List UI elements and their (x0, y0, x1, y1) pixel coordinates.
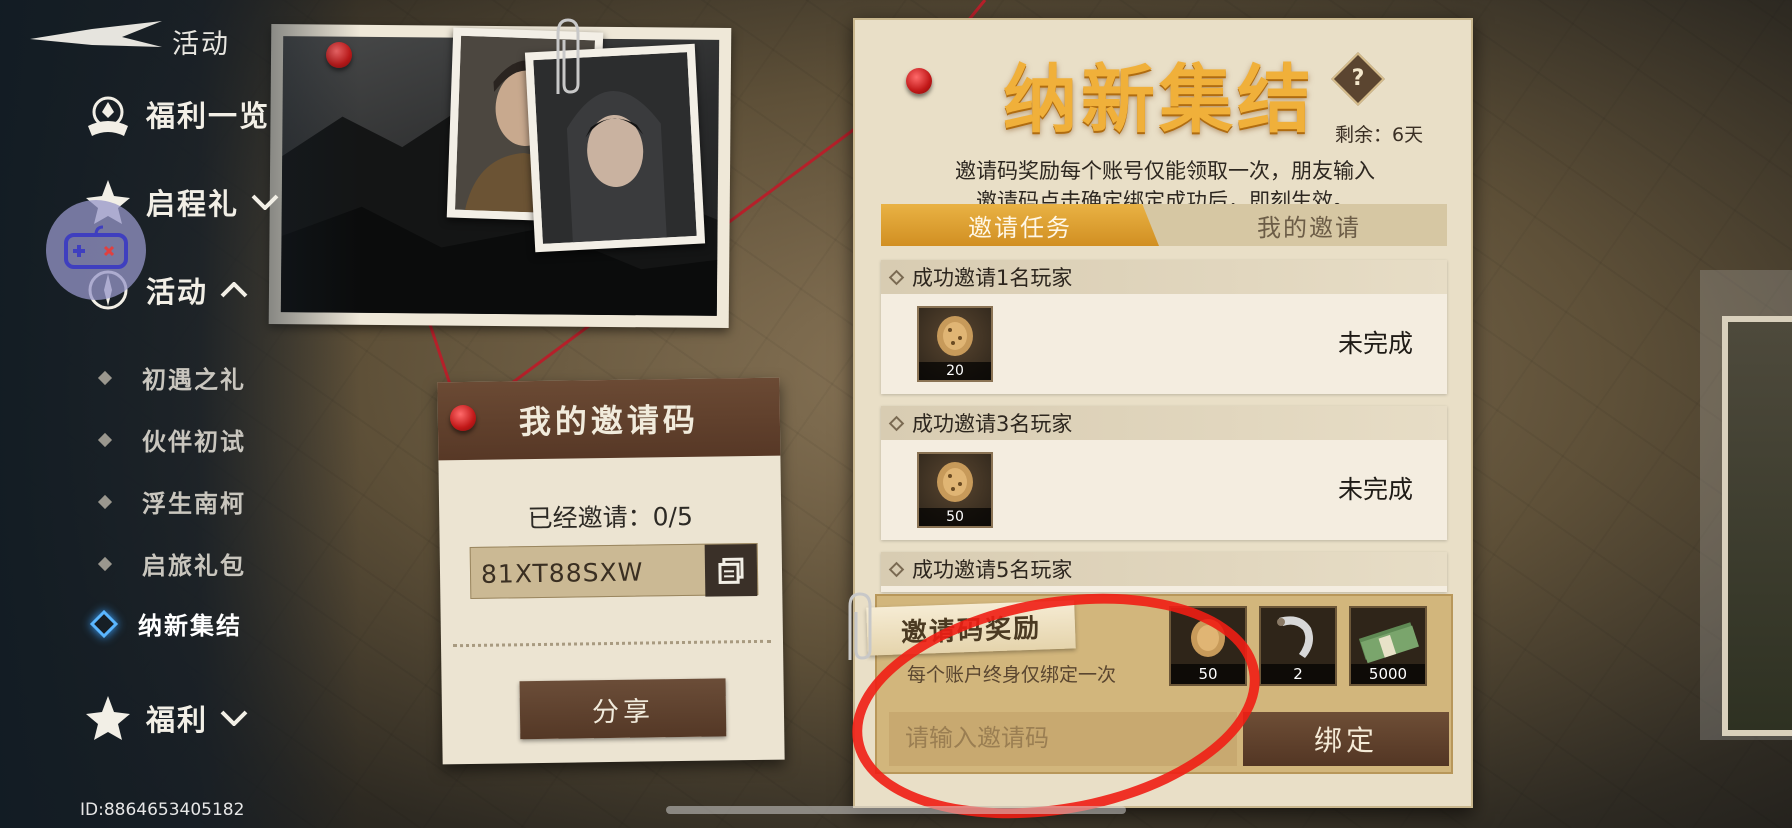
sub-item-label: 纳新集结 (138, 611, 242, 640)
chevron-down-icon (220, 710, 248, 726)
red-pin-panel (906, 68, 932, 94)
paper-clip-icon (848, 592, 872, 660)
selected-diamond-icon (89, 609, 119, 638)
sub-item-floating-dream[interactable]: 浮生南柯 (97, 484, 246, 519)
red-pin-card (450, 405, 476, 431)
tab-bar: 邀请任务 我的邀请 (881, 204, 1447, 246)
task-title: 成功邀请5名玩家 (912, 558, 1073, 582)
reward-count: 2 (1261, 664, 1335, 684)
sub-item-partner-trial[interactable]: 伙伴初试 (97, 422, 246, 457)
invite-code-title: 我的邀请码 (437, 377, 781, 461)
remaining-time: 剩余：6天 (1335, 124, 1424, 146)
diamond-icon (888, 415, 905, 431)
sub-item-journey-pack[interactable]: 启旅礼包 (97, 546, 246, 581)
task-header: 成功邀请3名玩家 (881, 406, 1447, 440)
bind-button[interactable]: 绑定 (1243, 712, 1449, 766)
share-button[interactable]: 分享 (519, 678, 727, 740)
ticket-perforation (453, 639, 772, 648)
menu-label: 福利 (146, 703, 209, 737)
task-row: 成功邀请3名玩家 50 未完成 (881, 406, 1447, 540)
diamond-icon (888, 561, 905, 577)
nut-icon (937, 462, 973, 502)
star-emblem-icon (86, 696, 130, 740)
sub-item-label: 初遇之礼 (142, 365, 246, 394)
help-button[interactable]: ? (1331, 52, 1385, 106)
tab-my-invites[interactable]: 我的邀请 (1171, 204, 1447, 246)
menu-item-welfare[interactable]: 福利 (80, 690, 248, 746)
bind-once-note: 每个账户终身仅绑定一次 (907, 664, 1117, 686)
task-header: 成功邀请1名玩家 (881, 260, 1447, 294)
menu-label: 福利一览 (146, 99, 271, 133)
invite-code-value: 81XT88SXW (480, 557, 644, 589)
task-title: 成功邀请1名玩家 (912, 266, 1073, 290)
chevron-down-icon (251, 194, 279, 210)
user-id: ID:8864653405182 (80, 800, 245, 820)
task-status: 未完成 (1337, 329, 1413, 358)
diamond-icon (888, 269, 905, 285)
task-row: 成功邀请1名玩家 20 未完成 (881, 260, 1447, 394)
invite-code-box: 81XT88SXW (469, 542, 759, 599)
reward-count: 5000 (1351, 664, 1425, 684)
floating-gamepad-button[interactable] (46, 200, 146, 300)
invite-code-input[interactable] (889, 712, 1237, 766)
my-invite-code-card: 我的邀请码 已经邀请：0/5 81XT88SXW 分享 (437, 377, 785, 765)
bullet-diamond-icon (97, 494, 113, 509)
description-line: 邀请码奖励每个账号仅能领取一次，朋友输入 (955, 159, 1375, 183)
chevron-up-icon (220, 282, 248, 298)
bullet-diamond-icon (97, 556, 113, 571)
blade-icon (1277, 616, 1313, 658)
nut-icon (1191, 619, 1225, 657)
panel-title: 纳新集结 (1003, 57, 1315, 143)
task-status: 未完成 (1337, 475, 1413, 504)
back-label: 活动 (172, 29, 230, 60)
reward-count: 20 (919, 362, 991, 380)
reward-count: 50 (1171, 664, 1245, 684)
task-header: 成功邀请5名玩家 (881, 552, 1447, 586)
sub-item-label: 启旅礼包 (142, 551, 246, 580)
code-reward-label: 邀请码奖励 (866, 600, 1076, 656)
tab-invite-tasks[interactable]: 邀请任务 (881, 204, 1159, 246)
bullet-diamond-icon (97, 432, 113, 447)
invited-count: 已经邀请：0/5 (527, 501, 694, 534)
sub-item-label: 伙伴初试 (142, 427, 246, 456)
gamepad-icon (64, 225, 128, 269)
sidebar: 活动 福利一览 启程礼 活动 初遇之礼 伙伴初试 浮生南柯 启旅礼包 纳新集结 … (0, 0, 360, 828)
sub-item-recruit-rally[interactable]: 纳新集结 (89, 606, 242, 641)
recruit-panel: 纳新集结 ? 剩余：6天 邀请码奖励每个账号仅能领取一次，朋友输入 邀请码点击确… (853, 18, 1473, 808)
cash-icon (1358, 622, 1419, 664)
copy-icon (718, 557, 744, 584)
back-arrow-icon (30, 21, 162, 47)
code-reward-item[interactable]: 50 (1169, 606, 1247, 686)
code-reward-item[interactable]: 5000 (1349, 606, 1427, 686)
menu-item-welfare-overview[interactable]: 福利一览 (80, 86, 270, 142)
home-indicator (666, 806, 1126, 814)
back-button[interactable] (22, 14, 162, 64)
task-title: 成功邀请3名玩家 (912, 412, 1073, 436)
copy-button[interactable] (704, 543, 758, 597)
sub-item-label: 浮生南柯 (142, 489, 246, 518)
paper-clip-icon (556, 18, 580, 94)
code-reward-item[interactable]: 2 (1259, 606, 1337, 686)
help-icon: ? (1351, 66, 1365, 91)
menu-label: 启程礼 (146, 187, 240, 221)
menu-label: 活动 (146, 275, 209, 309)
reward-item[interactable]: 50 (917, 452, 993, 528)
side-photo (1722, 316, 1792, 736)
sub-item-first-meeting[interactable]: 初遇之礼 (97, 360, 246, 395)
task-row: 成功邀请5名玩家 (881, 552, 1447, 592)
nut-icon (937, 316, 973, 356)
emblem-icon (88, 96, 128, 136)
reward-count: 50 (919, 508, 991, 526)
reward-item[interactable]: 20 (917, 306, 993, 382)
bullet-diamond-icon (97, 370, 113, 385)
invite-code-reward-box: 邀请码奖励 每个账户终身仅绑定一次 50 2 5000 绑定 (866, 594, 1453, 774)
